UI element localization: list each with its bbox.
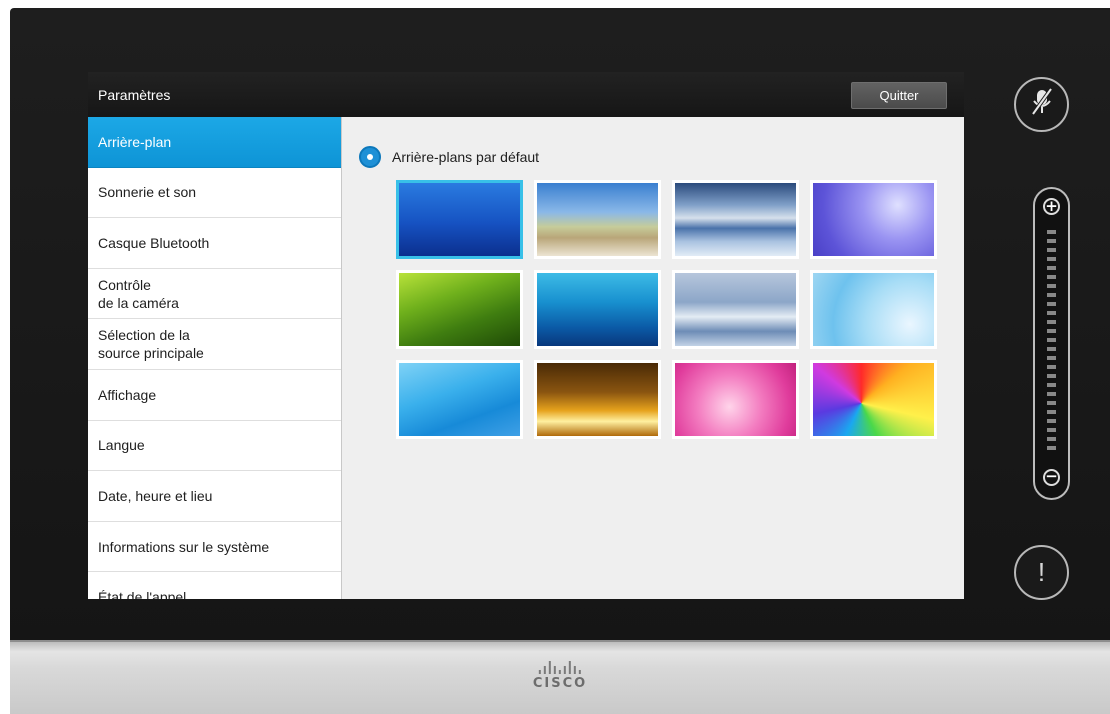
wallpaper-pink-floral[interactable] [672, 360, 799, 439]
sidebar-item-call-status[interactable]: État de l'appel [88, 572, 341, 599]
wallpaper-beach-dunes[interactable] [534, 180, 661, 259]
wallpaper-underwater-blue[interactable] [534, 270, 661, 349]
microphone-mute-button[interactable] [1014, 77, 1069, 132]
wallpaper-sky-blue-curves[interactable] [396, 360, 523, 439]
radio-selected[interactable] [359, 146, 381, 168]
microphone-muted-icon [1029, 87, 1055, 122]
bottom-bezel: CISCO [10, 640, 1110, 714]
exclamation-icon: ! [1037, 557, 1046, 587]
sidebar-item-language[interactable]: Langue [88, 421, 341, 472]
sidebar-item-background[interactable]: Arrière-plan [88, 117, 341, 168]
wallpaper-blue-gradient[interactable] [396, 180, 523, 259]
device-frame: Paramètres Quitter Arrière-plan Sonnerie… [10, 8, 1110, 714]
cisco-wordmark: CISCO [532, 676, 588, 691]
volume-minus-button[interactable]: − [1043, 469, 1060, 486]
cisco-logo: CISCO [533, 660, 587, 691]
title-bar: Paramètres Quitter [88, 72, 964, 117]
background-panel: Arrière-plans par défaut [343, 117, 964, 599]
sidebar-item-camera[interactable]: Contrôle de la caméra [88, 269, 341, 320]
window-title: Paramètres [98, 87, 171, 103]
sidebar-item-system-info[interactable]: Informations sur le système [88, 522, 341, 573]
sidebar-item-display[interactable]: Affichage [88, 370, 341, 421]
volume-slider[interactable]: + − [1033, 187, 1070, 500]
wallpaper-golden-light[interactable] [534, 360, 661, 439]
alert-button[interactable]: ! [1014, 545, 1069, 600]
wallpaper-rainbow-burst[interactable] [810, 360, 937, 439]
wallpaper-green-field[interactable] [396, 270, 523, 349]
radio-label: Arrière-plans par défaut [392, 149, 540, 165]
quit-button[interactable]: Quitter [851, 82, 947, 109]
sidebar-item-datetime[interactable]: Date, heure et lieu [88, 471, 341, 522]
sidebar-item-bluetooth[interactable]: Casque Bluetooth [88, 218, 341, 269]
wallpaper-light-blue-ripples[interactable] [810, 270, 937, 349]
sidebar-item-source[interactable]: Sélection de la source principale [88, 319, 341, 370]
wallpaper-grid [396, 180, 941, 444]
settings-window: Paramètres Quitter Arrière-plan Sonnerie… [88, 72, 964, 599]
wallpaper-frost-bokeh[interactable] [672, 270, 799, 349]
volume-plus-button[interactable]: + [1043, 198, 1060, 215]
wallpaper-cloudy-sea[interactable] [672, 180, 799, 259]
settings-sidebar: Arrière-plan Sonnerie et son Casque Blue… [88, 117, 342, 599]
wallpaper-purple-dandelion[interactable] [810, 180, 937, 259]
default-backgrounds-option[interactable]: Arrière-plans par défaut [359, 146, 539, 168]
cisco-bars-icon [533, 660, 587, 674]
sidebar-item-ringtone[interactable]: Sonnerie et son [88, 168, 341, 219]
volume-level-ticks [1047, 230, 1057, 455]
